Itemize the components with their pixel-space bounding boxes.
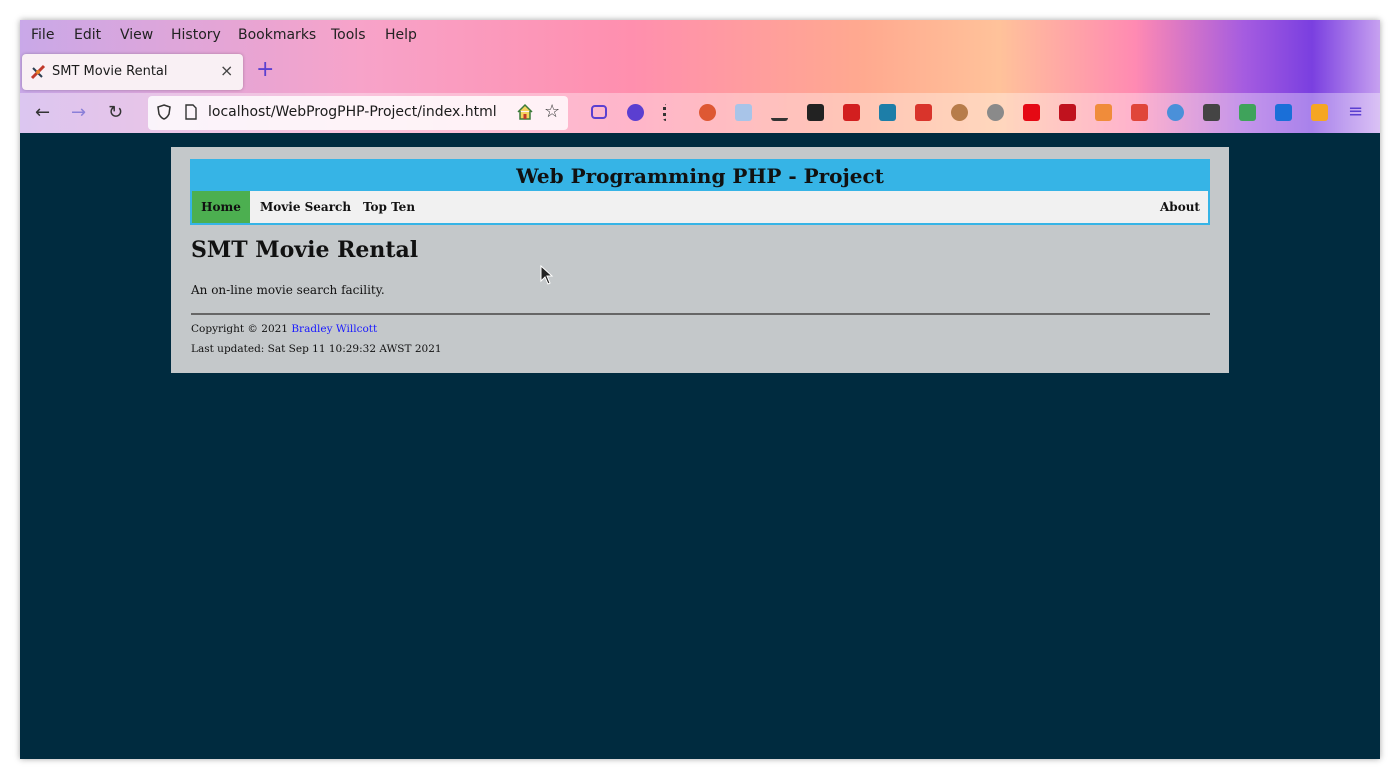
menu-history[interactable]: History bbox=[171, 27, 221, 43]
extension-shoe-icon[interactable] bbox=[771, 104, 788, 121]
copyright-text: Copyright © 2021 bbox=[191, 323, 292, 335]
extension-pages-icon[interactable] bbox=[735, 104, 752, 121]
home-icon[interactable] bbox=[516, 103, 534, 121]
pocket-icon[interactable] bbox=[591, 105, 607, 119]
menu-view[interactable]: View bbox=[120, 27, 153, 43]
menu-file[interactable]: File bbox=[31, 27, 54, 43]
camera-icon[interactable] bbox=[1131, 104, 1148, 121]
back-button[interactable]: ← bbox=[35, 102, 50, 123]
tab-strip: SMT Movie Rental × + bbox=[20, 52, 1380, 92]
netflix-icon[interactable] bbox=[1023, 104, 1040, 121]
page-title: SMT Movie Rental bbox=[191, 237, 419, 263]
menu-tools[interactable]: Tools bbox=[331, 27, 366, 43]
page-container: Web Programming PHP - Project Home Movie… bbox=[171, 147, 1229, 373]
reload-button[interactable]: ↻ bbox=[108, 102, 123, 123]
nav-about[interactable]: About bbox=[1160, 191, 1200, 223]
extension-bolt-icon[interactable] bbox=[1311, 104, 1328, 121]
site-header: Web Programming PHP - Project Home Movie… bbox=[190, 159, 1210, 225]
movie-favicon-icon bbox=[30, 64, 46, 80]
extension-circle-icon[interactable] bbox=[627, 104, 644, 121]
tab-title: SMT Movie Rental bbox=[52, 64, 168, 79]
url-text[interactable]: localhost/WebProgPHP-Project/index.html bbox=[208, 104, 497, 120]
page-info-icon[interactable] bbox=[184, 104, 198, 120]
extension-wand-icon[interactable] bbox=[843, 104, 860, 121]
cookie-icon[interactable] bbox=[951, 104, 968, 121]
extension-dots-icon[interactable] bbox=[663, 104, 680, 121]
extension-d-icon[interactable] bbox=[807, 104, 824, 121]
extension-leaf-icon[interactable] bbox=[987, 104, 1004, 121]
extension-flash-icon[interactable] bbox=[915, 104, 932, 121]
divider bbox=[191, 313, 1210, 315]
site-nav: Home Movie Search Top Ten About bbox=[192, 191, 1208, 223]
trash-icon[interactable] bbox=[1095, 104, 1112, 121]
forward-button[interactable]: → bbox=[71, 102, 86, 123]
nav-top-ten[interactable]: Top Ten bbox=[363, 191, 415, 223]
menu-help[interactable]: Help bbox=[385, 27, 417, 43]
nav-home[interactable]: Home bbox=[192, 191, 250, 223]
close-icon[interactable]: × bbox=[220, 61, 233, 80]
site-title: Web Programming PHP - Project bbox=[516, 164, 884, 188]
site-title-bar: Web Programming PHP - Project bbox=[192, 161, 1208, 191]
menu-button[interactable]: ≡ bbox=[1348, 101, 1363, 122]
extension-a-icon[interactable] bbox=[879, 104, 896, 121]
shield-icon[interactable] bbox=[156, 104, 172, 120]
lock-icon[interactable] bbox=[1275, 104, 1292, 121]
author-link[interactable]: Bradley Willcott bbox=[291, 323, 377, 335]
menu-bar: File Edit View History Bookmarks Tools H… bbox=[20, 20, 1380, 50]
browser-chrome: File Edit View History Bookmarks Tools H… bbox=[20, 20, 1380, 133]
copyright: Copyright © 2021 Bradley Willcott bbox=[191, 323, 377, 335]
extension-list-icon[interactable] bbox=[1203, 104, 1220, 121]
extension-note-icon[interactable] bbox=[1239, 104, 1256, 121]
menu-edit[interactable]: Edit bbox=[74, 27, 101, 43]
url-bar[interactable]: localhost/WebProgPHP-Project/index.html … bbox=[148, 96, 568, 130]
page-intro: An on-line movie search facility. bbox=[191, 283, 385, 297]
nav-movie-search[interactable]: Movie Search bbox=[260, 191, 351, 223]
navigation-toolbar: ← → ↻ localhost/WebProgPHP-Project/index… bbox=[20, 93, 1380, 133]
menu-bookmarks[interactable]: Bookmarks bbox=[238, 27, 316, 43]
new-tab-button[interactable]: + bbox=[256, 57, 274, 82]
last-updated: Last updated: Sat Sep 11 10:29:32 AWST 2… bbox=[191, 343, 442, 355]
duckduckgo-icon[interactable] bbox=[699, 104, 716, 121]
browser-window: File Edit View History Bookmarks Tools H… bbox=[20, 20, 1380, 759]
extension-netflix-alt-icon[interactable] bbox=[1059, 104, 1076, 121]
tab-active[interactable]: SMT Movie Rental × bbox=[22, 54, 243, 90]
bookmark-star-icon[interactable]: ☆ bbox=[544, 101, 560, 122]
mouse-cursor-icon bbox=[540, 265, 554, 285]
page-viewport: Web Programming PHP - Project Home Movie… bbox=[20, 133, 1380, 759]
extension-face-icon[interactable] bbox=[1167, 104, 1184, 121]
